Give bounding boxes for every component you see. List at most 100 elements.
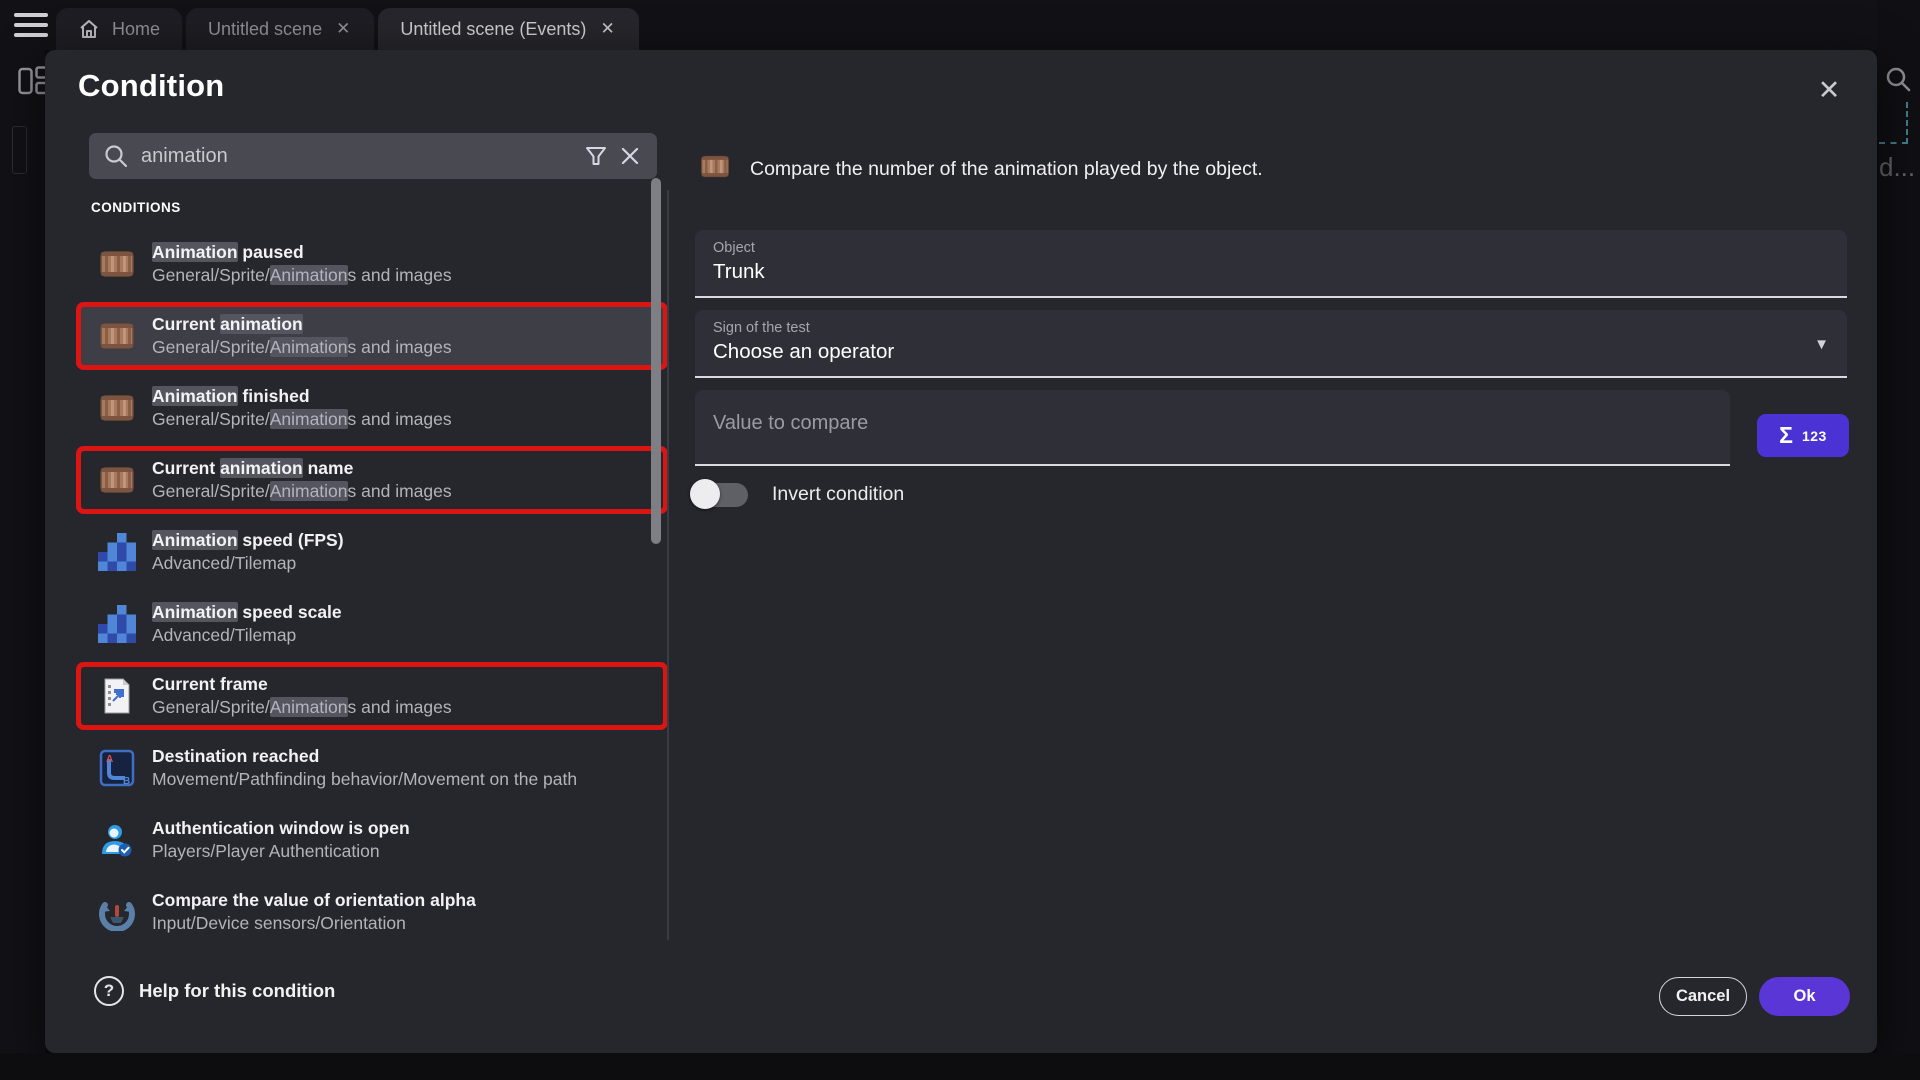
condition-dialog: Condition ✕ CONDITIONS Animation xyxy=(45,50,1877,1053)
value-field[interactable] xyxy=(695,390,1730,466)
condition-list-item[interactable]: Current animationGeneral/Sprite/Animatio… xyxy=(81,307,663,365)
tilemap-icon xyxy=(95,533,139,571)
condition-list-item[interactable]: Animation speed (FPS)Advanced/Tilemap xyxy=(81,523,663,581)
operator-label: Sign of the test xyxy=(713,320,1829,336)
tab-label: Untitled scene (Events) xyxy=(400,19,586,40)
selection-marquee xyxy=(1879,142,1908,144)
tab-home[interactable]: Home xyxy=(56,8,182,50)
value-input[interactable] xyxy=(713,412,1712,435)
frame-icon xyxy=(95,677,139,715)
tab-close-icon[interactable]: ✕ xyxy=(334,19,352,39)
filter-icon[interactable] xyxy=(579,139,613,173)
condition-title: Current animation name xyxy=(152,457,651,480)
condition-subtitle: Input/Device sensors/Orientation xyxy=(152,912,651,935)
animation-icon xyxy=(95,249,139,279)
svg-text:B: B xyxy=(123,776,130,787)
svg-text:A: A xyxy=(106,754,113,765)
search-input[interactable] xyxy=(141,145,579,168)
object-field-value: Trunk xyxy=(713,260,1829,284)
invert-condition-row[interactable]: Invert condition xyxy=(690,478,904,510)
pathfinding-icon: AB xyxy=(95,749,139,787)
expression-editor-button[interactable]: Σ 123 xyxy=(1757,414,1849,457)
partial-button-outline xyxy=(12,126,27,174)
animation-icon xyxy=(700,154,730,184)
condition-text: Authentication window is openPlayers/Pla… xyxy=(152,817,651,863)
condition-search[interactable] xyxy=(89,133,657,179)
condition-text: Animation speed scaleAdvanced/Tilemap xyxy=(152,601,651,647)
condition-list-item[interactable]: Animation finishedGeneral/Sprite/Animati… xyxy=(81,379,663,437)
conditions-list: CONDITIONS Animation pausedGeneral/Sprit… xyxy=(75,190,669,940)
menu-icon[interactable] xyxy=(14,13,48,37)
question-icon: ? xyxy=(94,976,124,1006)
tab-close-icon[interactable]: ✕ xyxy=(598,19,616,39)
condition-list-item[interactable]: AB Destination reachedMovement/Pathfindin… xyxy=(81,739,663,797)
condition-title: Animation paused xyxy=(152,241,651,264)
orientation-icon xyxy=(95,893,139,931)
condition-text: Animation finishedGeneral/Sprite/Animati… xyxy=(152,385,651,431)
clear-search-icon[interactable] xyxy=(613,139,647,173)
condition-text: Compare the value of orientation alphaIn… xyxy=(152,889,651,935)
tab-untitled-scene-events-[interactable]: Untitled scene (Events) ✕ xyxy=(378,8,638,50)
invert-toggle[interactable] xyxy=(690,478,754,510)
toggle-knob xyxy=(690,479,720,509)
condition-list-item[interactable]: Animation pausedGeneral/Sprite/Animation… xyxy=(81,235,663,293)
condition-subtitle: General/Sprite/Animations and images xyxy=(152,696,651,719)
sigma-icon: Σ xyxy=(1779,422,1793,449)
animation-icon xyxy=(95,465,139,495)
tab-label: Untitled scene xyxy=(208,19,322,40)
condition-text: Destination reachedMovement/Pathfinding … xyxy=(152,745,651,791)
list-section-header: CONDITIONS xyxy=(91,200,669,215)
home-icon xyxy=(78,18,100,40)
condition-title: Compare the value of orientation alpha xyxy=(152,889,651,912)
condition-subtitle: General/Sprite/Animations and images xyxy=(152,408,651,431)
animation-icon xyxy=(95,393,139,423)
condition-list-item[interactable]: Current animation nameGeneral/Sprite/Ani… xyxy=(81,451,663,509)
operator-select[interactable]: Sign of the test Choose an operator ▼ xyxy=(695,310,1847,378)
auth-icon xyxy=(95,822,139,858)
chevron-down-icon: ▼ xyxy=(1814,336,1829,353)
bottom-background-strip xyxy=(0,1053,1920,1080)
condition-subtitle: Players/Player Authentication xyxy=(152,840,651,863)
condition-text: Current animation nameGeneral/Sprite/Ani… xyxy=(152,457,651,503)
condition-subtitle: Movement/Pathfinding behavior/Movement o… xyxy=(152,768,651,791)
condition-list-item[interactable]: Current frameGeneral/Sprite/Animations a… xyxy=(81,667,663,725)
condition-title: Destination reached xyxy=(152,745,651,768)
tab-bar: HomeUntitled scene✕Untitled scene (Event… xyxy=(56,8,643,50)
condition-title: Animation speed (FPS) xyxy=(152,529,651,552)
close-icon[interactable]: ✕ xyxy=(1811,72,1847,108)
condition-text: Current animationGeneral/Sprite/Animatio… xyxy=(152,313,651,359)
condition-subtitle: General/Sprite/Animations and images xyxy=(152,336,651,359)
condition-list-item[interactable]: Compare the value of orientation alphaIn… xyxy=(81,883,663,940)
help-link[interactable]: ? Help for this condition xyxy=(94,976,335,1006)
cancel-button[interactable]: Cancel xyxy=(1659,977,1747,1016)
animation-icon xyxy=(95,321,139,351)
tilemap-icon xyxy=(95,605,139,643)
condition-list-item[interactable]: Animation speed scaleAdvanced/Tilemap xyxy=(81,595,663,653)
scrollbar-thumb[interactable] xyxy=(651,178,661,544)
app-window: HomeUntitled scene✕Untitled scene (Event… xyxy=(0,0,1920,1080)
object-field-label: Object xyxy=(713,240,1829,256)
selection-marquee xyxy=(1906,102,1908,144)
condition-text: Animation speed (FPS)Advanced/Tilemap xyxy=(152,529,651,575)
condition-subtitle: Advanced/Tilemap xyxy=(152,552,651,575)
condition-subtitle: General/Sprite/Animations and images xyxy=(152,480,651,503)
condition-description-row: Compare the number of the animation play… xyxy=(700,154,1263,184)
object-field[interactable]: Object Trunk xyxy=(695,230,1847,298)
search-icon xyxy=(103,143,129,169)
tab-untitled-scene[interactable]: Untitled scene ✕ xyxy=(186,8,374,50)
condition-subtitle: General/Sprite/Animations and images xyxy=(152,264,651,287)
truncated-label: d... xyxy=(1879,152,1915,183)
dialog-title: Condition xyxy=(78,68,224,104)
numeric-badge: 123 xyxy=(1802,428,1827,444)
operator-value: Choose an operator xyxy=(713,340,1829,364)
ok-button[interactable]: Ok xyxy=(1759,977,1850,1016)
top-bar: HomeUntitled scene✕Untitled scene (Event… xyxy=(0,0,1920,50)
condition-description: Compare the number of the animation play… xyxy=(750,158,1263,181)
list-divider xyxy=(667,190,669,940)
invert-toggle-label: Invert condition xyxy=(772,483,904,506)
help-label: Help for this condition xyxy=(139,980,335,1002)
condition-title: Current animation xyxy=(152,313,651,336)
condition-title: Current frame xyxy=(152,673,651,696)
search-icon[interactable] xyxy=(1883,64,1913,94)
condition-list-item[interactable]: Authentication window is openPlayers/Pla… xyxy=(81,811,663,869)
